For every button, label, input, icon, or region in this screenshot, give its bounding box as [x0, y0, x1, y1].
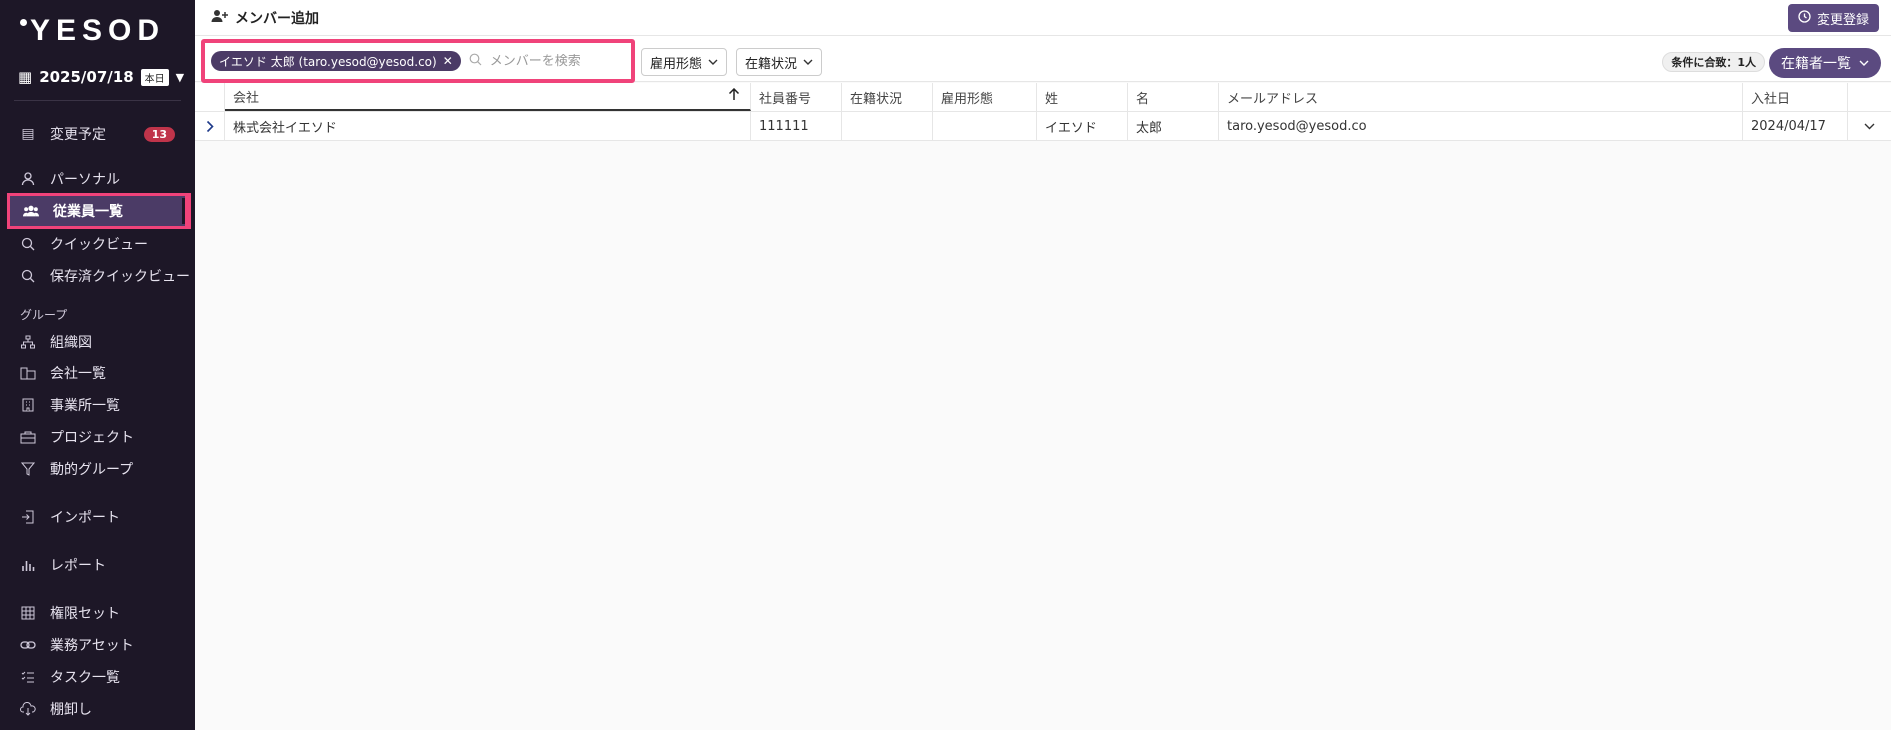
member-search-input[interactable]	[489, 53, 640, 69]
chevron-down-icon	[708, 55, 718, 70]
column-header-employment-type[interactable]: 雇用形態	[933, 83, 1037, 111]
clock-icon	[1798, 9, 1811, 27]
column-header-company[interactable]: 会社	[225, 83, 751, 111]
sidebar-item-import[interactable]: インポート	[7, 502, 191, 532]
sidebar-item-project[interactable]: プロジェクト	[7, 422, 191, 452]
caret-down-icon: ▼	[175, 70, 185, 84]
person-add-icon	[211, 9, 229, 27]
building-icon	[20, 397, 36, 413]
sidebar-item-change-schedule[interactable]: ▤ 変更予定 13	[7, 119, 191, 149]
org-chart-icon	[20, 334, 36, 350]
column-header-hire-date[interactable]: 入社日	[1743, 83, 1848, 111]
cell-hire-date: 2024/04/17	[1743, 112, 1848, 140]
sidebar-item-report[interactable]: レポート	[7, 550, 191, 580]
sidebar-item-quick-view[interactable]: クイックビュー	[7, 229, 191, 259]
filter-icon	[20, 461, 36, 477]
cell-email: taro.yesod@yesod.co	[1219, 112, 1743, 140]
search-icon	[20, 236, 36, 252]
bar-chart-icon	[20, 557, 36, 573]
cell-employment-type	[933, 112, 1037, 140]
cell-employee-number: 111111	[751, 112, 842, 140]
company-icon	[20, 365, 36, 381]
checklist-icon	[20, 669, 36, 685]
link-icon	[20, 637, 36, 653]
row-menu-button[interactable]	[1848, 112, 1891, 140]
status-dropdown[interactable]: 在籍状況	[736, 48, 823, 76]
change-count-badge: 13	[143, 126, 175, 142]
cloud-download-icon	[20, 701, 36, 717]
current-date: 2025/07/18	[39, 68, 134, 86]
users-icon	[23, 203, 39, 219]
person-icon	[20, 171, 36, 187]
employment-type-dropdown[interactable]: 雇用形態	[641, 48, 728, 76]
sidebar-item-task-list[interactable]: タスク一覧	[7, 662, 191, 692]
today-badge: 本日	[140, 68, 169, 86]
column-header-employee-number[interactable]: 社員番号	[751, 83, 842, 111]
sidebar: YESOD ▦ 2025/07/18 本日 ▼ ▤ 変更予定 13 パーソナル …	[0, 0, 195, 730]
import-icon	[20, 509, 36, 525]
table-row[interactable]: 株式会社イエソド 111111 イエソド 太郎 taro.yesod@yesod…	[195, 112, 1891, 141]
sidebar-item-company-list[interactable]: 会社一覧	[7, 358, 191, 388]
grid-icon	[20, 605, 36, 621]
sidebar-group-label: グループ	[20, 308, 68, 322]
column-header-first-name[interactable]: 名	[1128, 83, 1219, 111]
sidebar-item-personal[interactable]: パーソナル	[7, 164, 191, 194]
sidebar-item-org-chart[interactable]: 組織図	[7, 327, 191, 357]
chevron-down-icon	[1864, 123, 1875, 129]
sidebar-item-dynamic-group[interactable]: 動的グループ	[7, 454, 191, 484]
search-icon	[20, 268, 36, 284]
row-expand-button[interactable]	[195, 112, 225, 140]
change-register-button[interactable]: 変更登録	[1787, 4, 1879, 32]
chevron-right-icon	[206, 120, 214, 132]
expander-header	[195, 83, 225, 111]
cell-status	[842, 112, 933, 140]
cell-company: 株式会社イエソド	[225, 112, 751, 140]
search-icon	[469, 53, 482, 70]
sidebar-divider	[14, 100, 181, 101]
selected-member-chip[interactable]: イエソド 太郎 (taro.yesod@yesod.co) ✕	[211, 51, 461, 71]
match-count-badge: 条件に合致：1人	[1662, 52, 1765, 72]
column-header-actions	[1848, 83, 1891, 111]
close-icon[interactable]: ✕	[443, 54, 453, 68]
date-selector[interactable]: ▦ 2025/07/18 本日 ▼	[18, 68, 184, 86]
column-header-status[interactable]: 在籍状況	[842, 83, 933, 111]
sidebar-item-office-list[interactable]: 事業所一覧	[7, 390, 191, 420]
yesod-logo[interactable]: YESOD	[20, 14, 165, 48]
briefcase-icon	[20, 429, 36, 445]
sidebar-item-employee-list[interactable]: 従業員一覧	[7, 193, 191, 229]
cell-last-name: イエソド	[1037, 112, 1128, 140]
sort-arrow-up-icon	[728, 87, 740, 105]
column-header-email[interactable]: メールアドレス	[1219, 83, 1743, 111]
view-select-button[interactable]: 在籍者一覧	[1769, 48, 1881, 78]
calendar-icon: ▦	[18, 68, 33, 86]
member-search-box[interactable]: イエソド 太郎 (taro.yesod@yesod.co) ✕	[201, 39, 640, 83]
add-member-button[interactable]: メンバー追加	[211, 8, 319, 28]
sidebar-item-permission-set[interactable]: 権限セット	[7, 598, 191, 628]
chevron-down-icon	[803, 55, 813, 70]
cell-first-name: 太郎	[1128, 112, 1219, 140]
filter-bar: イエソド 太郎 (taro.yesod@yesod.co) ✕ 雇用形態 在籍状…	[195, 36, 1891, 83]
chevron-down-icon	[1859, 55, 1869, 71]
employee-table: 会社 社員番号 在籍状況 雇用形態 姓 名 メールアドレス 入社日 株式会社イエ…	[195, 83, 1891, 141]
top-bar: メンバー追加 変更登録	[195, 0, 1891, 36]
table-header-row: 会社 社員番号 在籍状況 雇用形態 姓 名 メールアドレス 入社日	[195, 83, 1891, 112]
column-header-last-name[interactable]: 姓	[1037, 83, 1128, 111]
sidebar-item-inventory[interactable]: 棚卸し	[7, 694, 191, 724]
sidebar-item-business-asset[interactable]: 業務アセット	[7, 630, 191, 660]
document-icon: ▤	[21, 126, 35, 142]
sidebar-item-saved-quick-view[interactable]: 保存済クイックビュー	[7, 261, 191, 291]
